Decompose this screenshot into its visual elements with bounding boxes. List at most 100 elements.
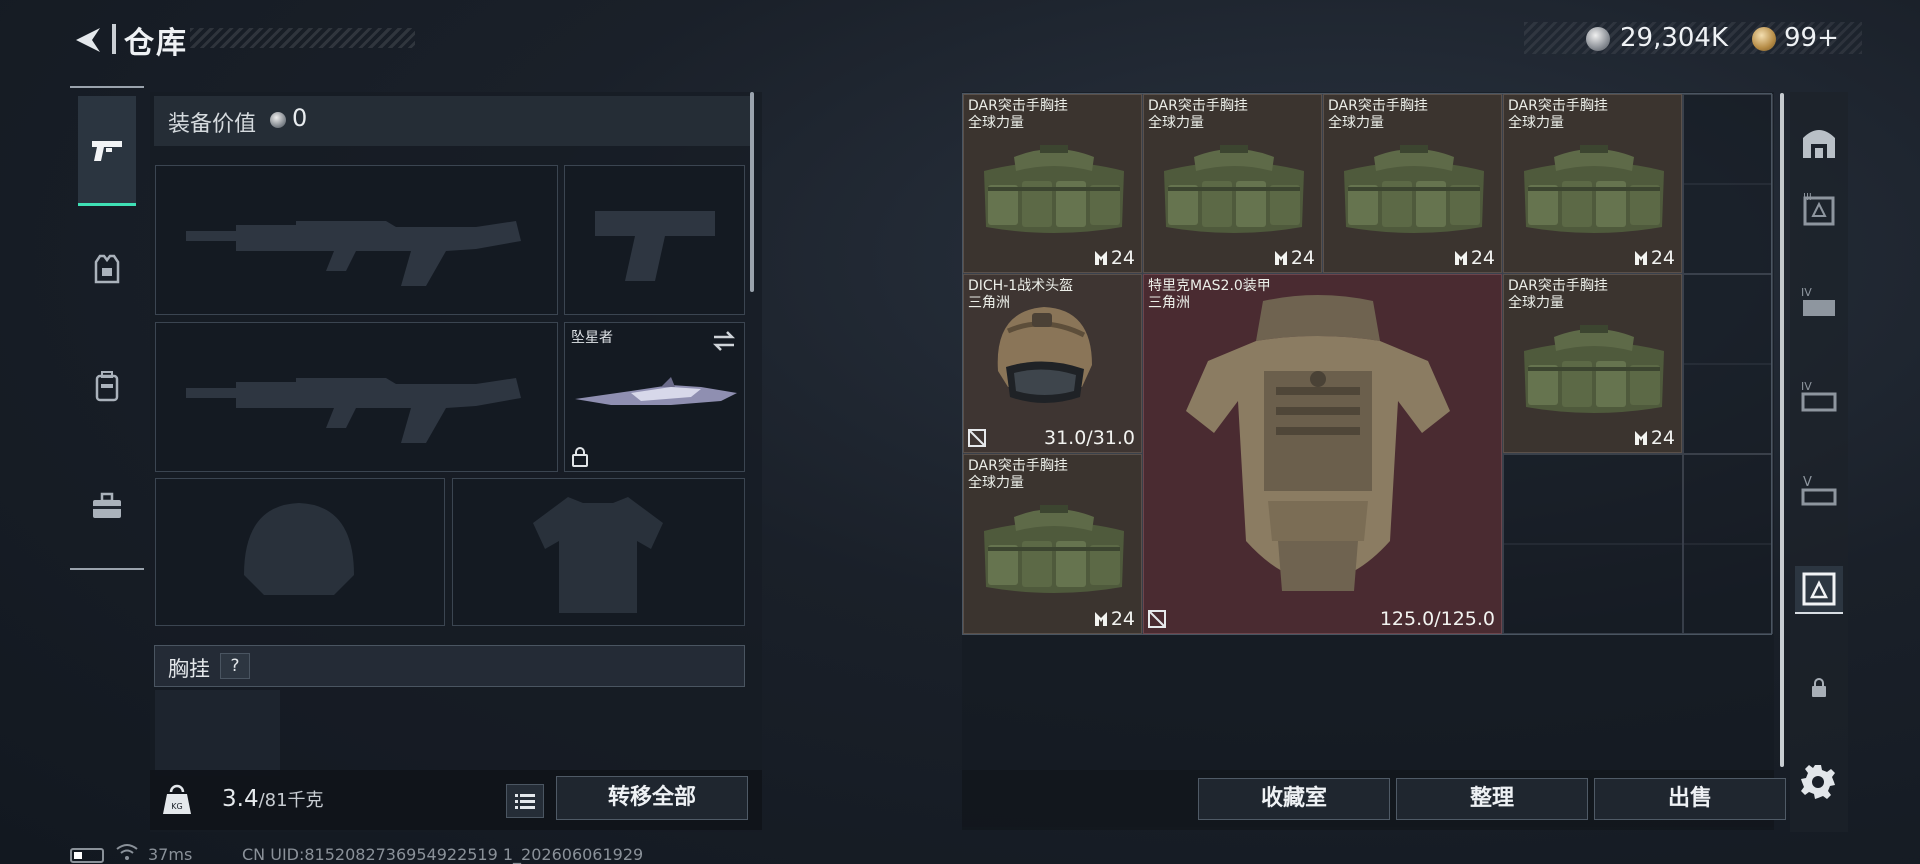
tab-storage-4b[interactable]: IV [1795,374,1843,422]
item-name: DAR突击手胸挂 全球力量 [1148,98,1248,131]
back-button[interactable] [70,22,106,58]
equipment-value: 0 [292,104,308,132]
svg-text:KG: KG [171,802,182,811]
item-quantity: 24 [1634,427,1675,449]
item-quantity: 24 [1634,247,1675,269]
gold-amount: 99+ [1784,23,1839,53]
item-quantity: 24 [1094,608,1135,630]
storage-tier-4b-icon: IV [1801,380,1837,412]
storage-item-rig-5[interactable]: DAR突击手胸挂 全球力量 24 [1503,274,1682,453]
chest-rig-icon [1514,131,1674,245]
storage-tier-5-icon: V [1801,475,1837,506]
weight-readout: 3.4/81千克 [222,786,324,812]
storage-item-rig-1[interactable]: DAR突击手胸挂 全球力量 24 [963,94,1142,273]
sell-button[interactable]: 出售 [1594,778,1786,820]
helmet-slot[interactable] [155,478,445,626]
stack-icon [1094,250,1108,266]
ping-readout: 37ms [148,845,193,864]
chest-rig-label: 胸挂 [168,657,210,681]
swap-icon[interactable] [711,329,737,353]
item-quantity: 24 [1094,247,1135,269]
chest-rig-icon [1514,311,1674,425]
tab-backpacks[interactable] [78,350,136,422]
storage-item-helmet[interactable]: DICH-1战术头盔 三角洲 31.0/31.0 [963,274,1142,453]
tactical-helmet-icon [997,307,1092,403]
tab-storage-5[interactable]: V [1795,468,1843,516]
title-decoration [190,28,415,48]
toolbox-icon [93,492,121,518]
storage-item-armor[interactable]: 特里克MAS2.0装甲 三角洲 125.0/125.0 [1143,274,1502,634]
storage-tier-4-icon: IV [1801,286,1835,316]
storage-tier-3-icon: III [1803,192,1835,226]
user-id: CN UID:8152082736954922519 1_20260606192… [242,845,644,864]
settings-button[interactable] [1798,762,1838,802]
rifle-silhouette-icon [186,221,521,286]
gear-icon [1801,765,1835,799]
tab-storage-4[interactable]: IV [1795,280,1843,328]
gold-coin-icon [1752,27,1776,51]
storage-expand-icon [1802,572,1836,606]
item-name: DAR突击手胸挂 全球力量 [1328,98,1428,131]
silver-coin-icon [1586,27,1610,51]
tabs-divider-top [70,86,144,88]
battery-icon [70,848,104,863]
knife-icon [575,377,737,405]
equipment-value-label: 装备价值 [168,112,257,137]
tab-weapons[interactable] [78,96,136,206]
collection-room-button[interactable]: 收藏室 [1198,778,1390,820]
chest-rig-slot[interactable] [155,690,280,776]
stack-icon [1634,430,1648,446]
armor-icon [94,254,120,284]
back-arrow-icon [76,28,100,52]
storage-item-rig-4[interactable]: DAR突击手胸挂 全球力量 24 [1503,94,1682,273]
organize-button[interactable]: 整理 [1396,778,1588,820]
equipment-scrollbar[interactable] [750,92,754,292]
list-view-button[interactable] [506,784,544,818]
durability-icon [1148,610,1166,628]
help-button[interactable]: ? [220,653,250,679]
secondary-weapon-slot[interactable] [155,322,558,472]
storage-item-rig-6[interactable]: DAR突击手胸挂 全球力量 24 [963,454,1142,634]
lock-icon [572,447,588,467]
stack-icon [1454,250,1468,266]
helmet-silhouette-icon [244,503,354,595]
primary-weapon-slot[interactable] [155,165,558,315]
tab-storage-expand[interactable] [1795,566,1843,614]
svg-text:IV: IV [1801,286,1812,299]
stack-icon [1094,611,1108,627]
stack-icon [1274,250,1288,266]
list-icon [515,794,535,809]
tab-consumables[interactable] [78,470,136,542]
melee-slot[interactable]: 坠星者 [564,322,745,472]
storage-item-rig-3[interactable]: DAR突击手胸挂 全球力量 24 [1323,94,1502,273]
armor-slot[interactable] [452,478,745,626]
storage-scrollbar[interactable] [1780,93,1784,767]
tabs-divider-bottom [70,568,144,570]
weight-current: 3.4 [222,786,259,812]
chest-rig-icon [974,131,1134,245]
chest-rig-icon [1334,131,1494,245]
tab-locked[interactable] [1795,664,1843,712]
transfer-all-button[interactable]: 转移全部 [556,776,748,820]
tab-storage-3[interactable]: III [1795,186,1843,234]
storage-item-rig-2[interactable]: DAR突击手胸挂 全球力量 24 [1143,94,1322,273]
pistol-silhouette-icon [595,211,715,281]
weight-capacity: /81千克 [258,790,324,811]
item-durability: 31.0/31.0 [1043,427,1135,449]
page-title: 仓库 [124,26,188,61]
item-name: DAR突击手胸挂 全球力量 [968,98,1068,131]
weight-icon: KG [163,784,191,814]
wifi-icon [116,844,138,860]
pistol-icon [92,140,122,161]
tab-safehouse[interactable] [1795,118,1843,166]
body-armor-icon [1186,295,1450,591]
svg-text:V: V [1803,475,1812,490]
tab-armor[interactable] [78,234,136,306]
lock-icon [1812,678,1826,697]
pistol-slot[interactable] [564,165,745,315]
svg-text:III: III [1803,192,1812,203]
item-quantity: 24 [1454,247,1495,269]
backpack-icon [95,371,119,402]
item-durability: 125.0/125.0 [1379,608,1495,630]
durability-icon [968,429,986,447]
